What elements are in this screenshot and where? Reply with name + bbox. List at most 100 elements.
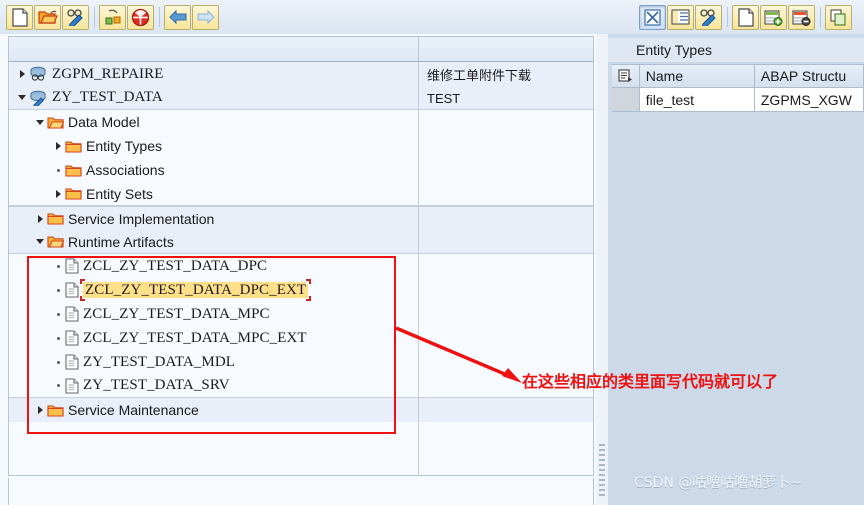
tree-row[interactable]: ZY_TEST_DATA TEST	[9, 86, 593, 110]
append-row-icon[interactable]	[760, 4, 787, 30]
csdn-watermark: CSDN @咕噜咕噜胡萝卜~	[634, 475, 803, 491]
table-header-row: Name ABAP Structu	[612, 64, 864, 88]
tree-column-divider	[418, 62, 419, 475]
chevron-down-icon[interactable]	[33, 235, 47, 249]
chevron-down-icon[interactable]	[33, 115, 47, 129]
document-icon	[65, 282, 79, 298]
row-select-header-icon	[612, 65, 640, 87]
cell-abap-structure[interactable]: ZGPMS_XGW	[754, 88, 864, 111]
grid-close-icon[interactable]	[639, 4, 666, 30]
tree-row-label: Data Model	[68, 114, 140, 130]
tree-row-label: Service Implementation	[68, 210, 215, 227]
tree-row[interactable]: Entity Types	[9, 134, 593, 158]
tree-row-label: ZCL_ZY_TEST_DATA_MPC	[83, 305, 270, 322]
delete-row-icon[interactable]	[788, 4, 815, 30]
tree-row-label: ZCL_ZY_TEST_DATA_MPC_EXT	[83, 329, 307, 346]
folder-icon	[65, 139, 82, 154]
tree-row[interactable]: Data Model	[9, 110, 593, 134]
details-icon[interactable]	[667, 4, 694, 30]
tree-row[interactable]: Runtime Artifacts	[9, 230, 593, 254]
tree-row-label: ZGPM_REPAIRE	[52, 65, 164, 82]
chevron-right-icon[interactable]	[33, 212, 47, 226]
panel-splitter[interactable]	[596, 34, 608, 505]
tree-row-description: 维修工单附件下载	[427, 68, 532, 84]
tree-row-label: Service Maintenance	[68, 402, 199, 418]
entity-types-rows: file_test ZGPMS_XGW	[612, 88, 864, 112]
forward-arrow-icon[interactable]	[192, 4, 219, 30]
tree-row-description: TEST	[427, 90, 461, 106]
document-icon	[65, 330, 79, 346]
service-display-icon	[29, 66, 48, 82]
toolbar-separator	[816, 6, 825, 28]
entity-types-title: Entity Types	[608, 38, 864, 62]
toolbar-separator	[155, 6, 164, 28]
splitter-grip[interactable]	[599, 444, 605, 496]
tree-row-label: Entity Sets	[86, 185, 153, 202]
entity-types-empty-area	[612, 114, 864, 505]
service-edit-icon	[29, 90, 48, 106]
column-divider[interactable]	[418, 37, 419, 61]
chevron-right-icon[interactable]	[51, 187, 65, 201]
tree-row-label: Runtime Artifacts	[68, 233, 174, 250]
chevron-right-icon[interactable]	[51, 139, 65, 153]
annotation-callout-text: 在这些相应的类里面写代码就可以了	[522, 372, 779, 391]
tree-row[interactable]: ZGPM_REPAIRE 维修工单附件下载	[9, 62, 593, 86]
folder-open-icon	[47, 234, 64, 249]
toolbar-separator	[723, 6, 732, 28]
sap-gateway-service-builder-window: ZGPM_REPAIRE 维修工单附件下载 ZY_TEST_DATA TEST Data…	[0, 0, 864, 505]
document-icon	[65, 258, 79, 274]
tree-row[interactable]: ZCL_ZY_TEST_DATA_DPC	[9, 254, 593, 278]
folder-icon	[47, 211, 64, 226]
structure-icon[interactable]	[99, 4, 126, 30]
left-toolbar	[0, 0, 603, 34]
selected-node-marker: ZCL_ZY_TEST_DATA_DPC_EXT	[80, 279, 312, 301]
entity-types-table[interactable]: Name ABAP Structu file_test ZGPMS_XGW	[612, 64, 864, 112]
back-arrow-icon[interactable]	[164, 4, 191, 30]
tree-row[interactable]: Entity Sets	[9, 182, 593, 206]
document-icon	[65, 377, 79, 394]
tree-column-header[interactable]	[8, 36, 594, 62]
display-edit-icon[interactable]	[695, 4, 722, 30]
bullet-icon	[51, 163, 65, 177]
new-icon[interactable]	[6, 4, 33, 30]
bullet-icon	[51, 331, 65, 345]
tree-row-label: Entity Types	[86, 138, 163, 154]
chevron-down-icon[interactable]	[15, 91, 29, 105]
selection-corner	[306, 296, 312, 301]
globe-icon[interactable]	[127, 4, 154, 30]
table-row[interactable]: file_test ZGPMS_XGW	[612, 88, 864, 112]
service-tree-panel: ZGPM_REPAIRE 维修工单附件下载 ZY_TEST_DATA TEST Data…	[0, 34, 603, 505]
column-header-abap-structure[interactable]: ABAP Structu	[755, 65, 864, 87]
display-edit-icon[interactable]	[62, 4, 89, 30]
tree-row[interactable]: Service Implementation	[9, 206, 593, 230]
tree-row-label: ZCL_ZY_TEST_DATA_DPC_EXT	[83, 282, 309, 298]
cell-name[interactable]: file_test	[639, 88, 755, 111]
tree-row-label: ZY_TEST_DATA	[52, 89, 163, 105]
folder-icon	[65, 163, 82, 178]
toolbar-separator	[90, 6, 99, 28]
folder-icon	[47, 403, 64, 418]
chevron-right-icon[interactable]	[15, 67, 29, 81]
service-tree[interactable]: ZGPM_REPAIRE 维修工单附件下载 ZY_TEST_DATA TEST Data…	[8, 62, 594, 476]
annotation-red-arrow	[395, 326, 522, 383]
document-icon	[65, 306, 79, 322]
selection-corner	[80, 296, 85, 301]
selection-corner	[306, 279, 312, 284]
tree-row-label: ZY_TEST_DATA_MDL	[83, 353, 236, 370]
tree-row-label: ZY_TEST_DATA_SRV	[83, 377, 230, 393]
bullet-icon	[51, 379, 65, 393]
document-icon	[65, 354, 79, 370]
row-select-cell[interactable]	[612, 88, 640, 111]
new-row-icon[interactable]	[732, 4, 759, 30]
right-toolbar	[603, 0, 864, 34]
column-header-name[interactable]: Name	[640, 65, 755, 87]
tree-row[interactable]: Associations	[9, 158, 593, 182]
entity-types-panel: Entity Types Name ABAP Structu file_test…	[608, 34, 864, 505]
copy-row-icon[interactable]	[825, 4, 852, 30]
tree-row-label: Associations	[86, 162, 165, 178]
chevron-right-icon[interactable]	[33, 403, 47, 417]
selection-corner	[80, 279, 85, 284]
tree-row[interactable]: ZCL_ZY_TEST_DATA_DPC_EXT	[9, 278, 593, 302]
tree-row[interactable]: Service Maintenance	[9, 398, 593, 422]
open-folder-icon[interactable]	[34, 4, 61, 30]
